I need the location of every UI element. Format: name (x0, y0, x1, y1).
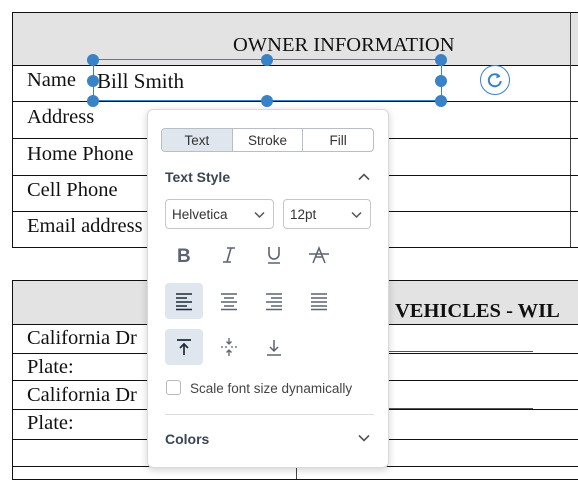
row-label-california-dr: California Dr (27, 327, 137, 349)
tab-fill[interactable]: Fill (302, 129, 373, 151)
font-size-value: 12pt (290, 206, 317, 222)
tab-text[interactable]: Text (162, 129, 232, 151)
align-middle-icon (221, 338, 237, 356)
align-justify-button[interactable] (300, 283, 338, 319)
align-left-icon (176, 293, 192, 311)
chevron-down-icon (254, 211, 265, 219)
bold-button[interactable]: B (165, 237, 203, 273)
align-top-button[interactable] (165, 329, 203, 365)
align-left-button[interactable] (165, 283, 203, 319)
row-label-address: Address (27, 106, 95, 128)
strikethrough-icon (309, 245, 329, 264)
row-label-name: Name (27, 69, 76, 91)
italic-button[interactable] (210, 237, 248, 273)
row-label-cell-phone: Cell Phone (27, 179, 118, 201)
italic-icon (223, 247, 235, 263)
resize-handle-top-right[interactable] (435, 54, 447, 66)
align-justify-icon (311, 293, 327, 311)
scale-font-checkbox[interactable] (166, 380, 181, 395)
scale-font-label[interactable]: Scale font size dynamically (190, 381, 352, 396)
strikethrough-button[interactable] (300, 237, 338, 273)
bold-icon: B (177, 246, 191, 265)
row-label-plate: Plate: (27, 412, 74, 434)
align-center-icon (221, 293, 237, 311)
section-divider (165, 414, 374, 415)
vehicles-table-title: VEHICLES - WIL (395, 300, 560, 322)
underline-field (388, 351, 533, 352)
align-bottom-icon (267, 340, 281, 356)
font-size-select[interactable]: 12pt (283, 199, 371, 229)
colors-heading[interactable]: Colors (165, 431, 209, 447)
row-label-home-phone: Home Phone (27, 143, 134, 165)
style-popup: Text Stroke Fill Text Style Helvetica 12… (147, 109, 389, 468)
font-family-select[interactable]: Helvetica (165, 199, 274, 229)
resize-handle-bottom-right[interactable] (435, 95, 447, 107)
chevron-down-icon (351, 211, 362, 219)
text-style-heading: Text Style (165, 169, 231, 185)
row-label-email-address: Email address (27, 215, 143, 237)
rotate-icon (487, 73, 502, 88)
font-family-value: Helvetica (172, 206, 228, 222)
underline-icon (268, 247, 280, 264)
free-text-annotation[interactable]: Bill Smith (97, 69, 184, 94)
chevron-down-icon[interactable] (356, 430, 372, 446)
resize-handle-top-middle[interactable] (261, 54, 273, 66)
rotate-button[interactable] (480, 65, 510, 95)
align-right-icon (266, 293, 282, 311)
svg-text:B: B (177, 246, 191, 265)
underline-field (388, 408, 533, 409)
row-label-plate: Plate: (27, 356, 74, 378)
resize-handle-top-left[interactable] (87, 54, 99, 66)
align-bottom-button[interactable] (255, 329, 293, 365)
row-label-california-dr: California Dr (27, 384, 137, 406)
underline-button[interactable] (255, 237, 293, 273)
chevron-up-icon[interactable] (356, 169, 372, 185)
align-center-button[interactable] (210, 283, 248, 319)
align-top-icon (177, 339, 191, 355)
align-right-button[interactable] (255, 283, 293, 319)
resize-handle-bottom-left[interactable] (87, 95, 99, 107)
tab-stroke[interactable]: Stroke (231, 129, 303, 151)
resize-handle-middle-right[interactable] (435, 75, 447, 87)
table-column-divider (296, 467, 297, 479)
align-middle-button[interactable] (210, 329, 248, 365)
resize-handle-middle-left[interactable] (87, 75, 99, 87)
resize-handle-bottom-middle[interactable] (261, 95, 273, 107)
style-tabs: Text Stroke Fill (161, 128, 374, 152)
